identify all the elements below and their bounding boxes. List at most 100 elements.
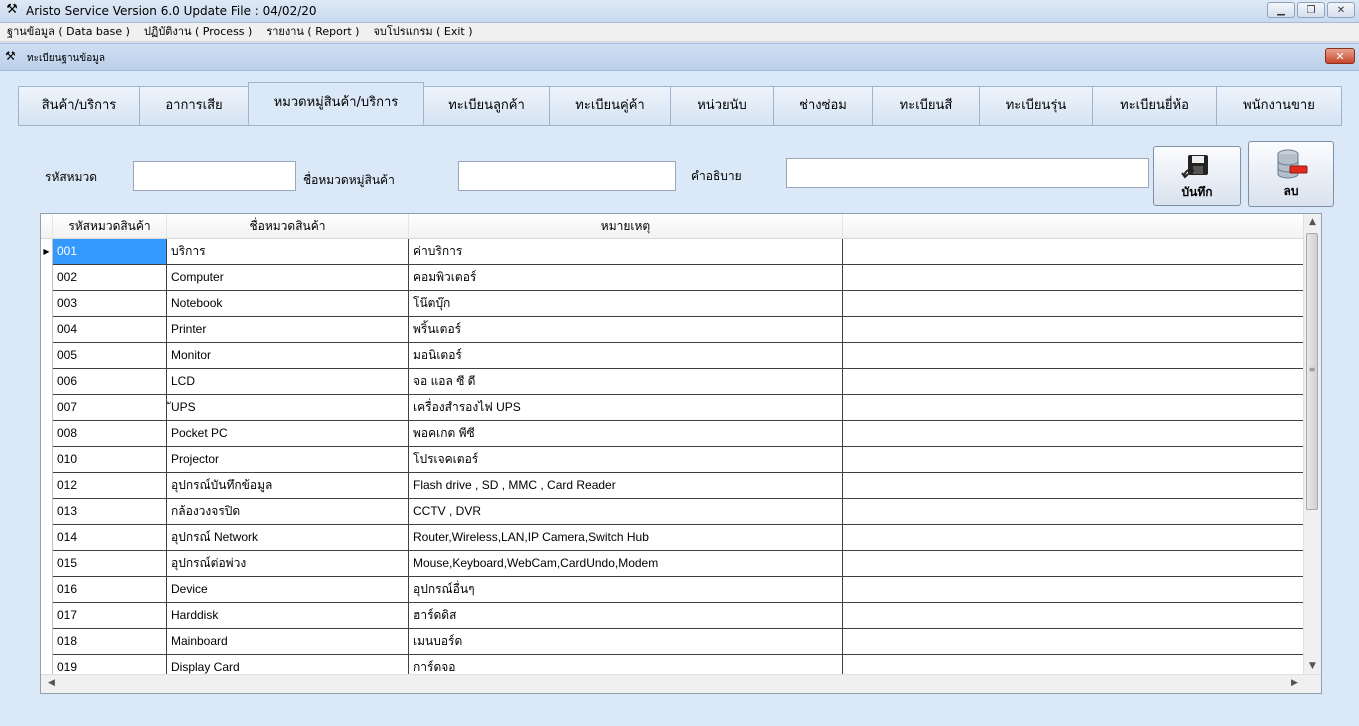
cell-name[interactable]: Monitor <box>167 343 409 369</box>
column-header-extra[interactable] <box>843 214 1305 238</box>
cell-code[interactable]: 013 <box>53 499 167 525</box>
table-row[interactable]: ▶ 001 บริการ ค่าบริการ <box>41 239 1305 265</box>
table-row[interactable]: 018 Mainboard เมนบอร์ด <box>41 629 1305 655</box>
tab-brands[interactable]: ทะเบียนยี่ห้อ <box>1092 86 1217 126</box>
cell-note[interactable]: Mouse,Keyboard,WebCam,CardUndo,Modem <box>409 551 843 577</box>
cell-note[interactable]: อุปกรณ์อื่นๆ <box>409 577 843 603</box>
tab-product-categories[interactable]: หมวดหมู่สินค้า/บริการ <box>248 82 424 124</box>
cell-code[interactable]: 008 <box>53 421 167 447</box>
close-icon[interactable]: ✕ <box>1327 2 1355 18</box>
row-indicator[interactable] <box>41 499 53 525</box>
scroll-thumb[interactable]: ≡ <box>1306 233 1318 510</box>
cell-extra[interactable] <box>843 499 1305 525</box>
cell-note[interactable]: ค่าบริการ <box>409 239 843 265</box>
cell-extra[interactable] <box>843 525 1305 551</box>
cell-note[interactable]: โปรเจคเตอร์ <box>409 447 843 473</box>
cell-name[interactable]: ัUPS <box>167 395 409 421</box>
cell-extra[interactable] <box>843 343 1305 369</box>
cell-name[interactable]: Projector <box>167 447 409 473</box>
scroll-right-icon[interactable]: ▶ <box>1286 675 1303 692</box>
tab-colors[interactable]: ทะเบียนสี <box>872 86 980 126</box>
row-indicator[interactable] <box>41 473 53 499</box>
column-header-name[interactable]: ชื่อหมวดสินค้า <box>167 214 409 238</box>
cell-code[interactable]: 010 <box>53 447 167 473</box>
table-row[interactable]: 014 อุปกรณ์ Network Router,Wireless,LAN,IP… <box>41 525 1305 551</box>
cell-note[interactable]: คอมพิวเตอร์ <box>409 265 843 291</box>
cell-code[interactable]: 014 <box>53 525 167 551</box>
cell-extra[interactable] <box>843 239 1305 265</box>
cell-code[interactable]: 017 <box>53 603 167 629</box>
tab-units[interactable]: หน่วยนับ <box>670 86 774 126</box>
vertical-scrollbar[interactable]: ▲ ≡ ▼ <box>1303 214 1321 675</box>
row-indicator[interactable] <box>41 369 53 395</box>
table-row[interactable]: 016 Device อุปกรณ์อื่นๆ <box>41 577 1305 603</box>
row-indicator[interactable] <box>41 551 53 577</box>
tab-customers[interactable]: ทะเบียนลูกค้า <box>423 86 550 126</box>
category-code-input[interactable] <box>133 161 296 191</box>
row-indicator[interactable] <box>41 447 53 473</box>
cell-code[interactable]: 002 <box>53 265 167 291</box>
cell-note[interactable]: Flash drive , SD , MMC , Card Reader <box>409 473 843 499</box>
child-close-icon[interactable]: ✕ <box>1325 48 1355 64</box>
delete-button[interactable]: ลบ <box>1248 141 1334 207</box>
save-button[interactable]: บันทึก <box>1153 146 1241 206</box>
tab-symptoms[interactable]: อาการเสีย <box>139 86 249 126</box>
cell-code[interactable]: 003 <box>53 291 167 317</box>
tab-products-services[interactable]: สินค้า/บริการ <box>18 86 140 126</box>
table-row[interactable]: 013 กล้องวงจรปิด CCTV , DVR <box>41 499 1305 525</box>
cell-name[interactable]: Printer <box>167 317 409 343</box>
cell-extra[interactable] <box>843 577 1305 603</box>
cell-name[interactable]: กล้องวงจรปิด <box>167 499 409 525</box>
scroll-left-icon[interactable]: ◀ <box>43 675 60 692</box>
cell-name[interactable]: บริการ <box>167 239 409 265</box>
cell-extra[interactable] <box>843 369 1305 395</box>
cell-code[interactable]: 015 <box>53 551 167 577</box>
scroll-up-icon[interactable]: ▲ <box>1304 214 1321 231</box>
cell-code[interactable]: 018 <box>53 629 167 655</box>
cell-extra[interactable] <box>843 447 1305 473</box>
table-row[interactable]: 004 Printer พริ้นเตอร์ <box>41 317 1305 343</box>
table-row[interactable]: 008 Pocket PC พอคเกต พีซี <box>41 421 1305 447</box>
column-header-note[interactable]: หมายเหตุ <box>409 214 843 238</box>
cell-name[interactable]: Device <box>167 577 409 603</box>
cell-extra[interactable] <box>843 265 1305 291</box>
table-row[interactable]: 017 Harddisk ฮาร์ดดิส <box>41 603 1305 629</box>
table-row[interactable]: 002 Computer คอมพิวเตอร์ <box>41 265 1305 291</box>
row-indicator[interactable] <box>41 603 53 629</box>
tab-partners[interactable]: ทะเบียนคู่ค้า <box>549 86 671 126</box>
cell-note[interactable]: CCTV , DVR <box>409 499 843 525</box>
tab-models[interactable]: ทะเบียนรุ่น <box>979 86 1093 126</box>
table-row[interactable]: 012 อุปกรณ์บันทึกข้อมูล Flash drive , SD ,… <box>41 473 1305 499</box>
cell-extra[interactable] <box>843 317 1305 343</box>
cell-note[interactable]: โน๊ตบุ๊ก <box>409 291 843 317</box>
cell-name[interactable]: Notebook <box>167 291 409 317</box>
row-indicator[interactable] <box>41 395 53 421</box>
cell-extra[interactable] <box>843 421 1305 447</box>
cell-code[interactable]: 016 <box>53 577 167 603</box>
cell-extra[interactable] <box>843 603 1305 629</box>
table-row[interactable]: 007ัUPS เครื่องสำรองไฟ UPS <box>41 395 1305 421</box>
cell-note[interactable]: จอ แอล ซี ดี <box>409 369 843 395</box>
tab-salespersons[interactable]: พนักงานขาย <box>1216 86 1342 126</box>
row-indicator[interactable] <box>41 629 53 655</box>
cell-code[interactable]: 005 <box>53 343 167 369</box>
cell-name[interactable]: Computer <box>167 265 409 291</box>
menu-process[interactable]: ปฏิบัติงาน ( Process ) <box>137 23 259 41</box>
table-row[interactable]: 005 Monitor มอนิเตอร์ <box>41 343 1305 369</box>
menu-exit[interactable]: จบโปรแกรม ( Exit ) <box>366 23 479 41</box>
cell-code[interactable]: 007 <box>53 395 167 421</box>
row-indicator[interactable] <box>41 265 53 291</box>
cell-note[interactable]: เมนบอร์ด <box>409 629 843 655</box>
table-row[interactable]: 003 Notebook โน๊ตบุ๊ก <box>41 291 1305 317</box>
cell-note[interactable]: มอนิเตอร์ <box>409 343 843 369</box>
tab-technicians[interactable]: ช่างซ่อม <box>773 86 873 126</box>
table-row[interactable]: 015 อุปกรณ์ต่อพ่วง Mouse,Keyboard,WebCam,C… <box>41 551 1305 577</box>
table-row[interactable]: 010 Projector โปรเจคเตอร์ <box>41 447 1305 473</box>
cell-extra[interactable] <box>843 629 1305 655</box>
cell-name[interactable]: อุปกรณ์ต่อพ่วง <box>167 551 409 577</box>
row-indicator[interactable] <box>41 421 53 447</box>
menu-report[interactable]: รายงาน ( Report ) <box>259 23 366 41</box>
table-row[interactable]: 006 LCD จอ แอล ซี ดี <box>41 369 1305 395</box>
cell-note[interactable]: พริ้นเตอร์ <box>409 317 843 343</box>
cell-code[interactable]: 004 <box>53 317 167 343</box>
